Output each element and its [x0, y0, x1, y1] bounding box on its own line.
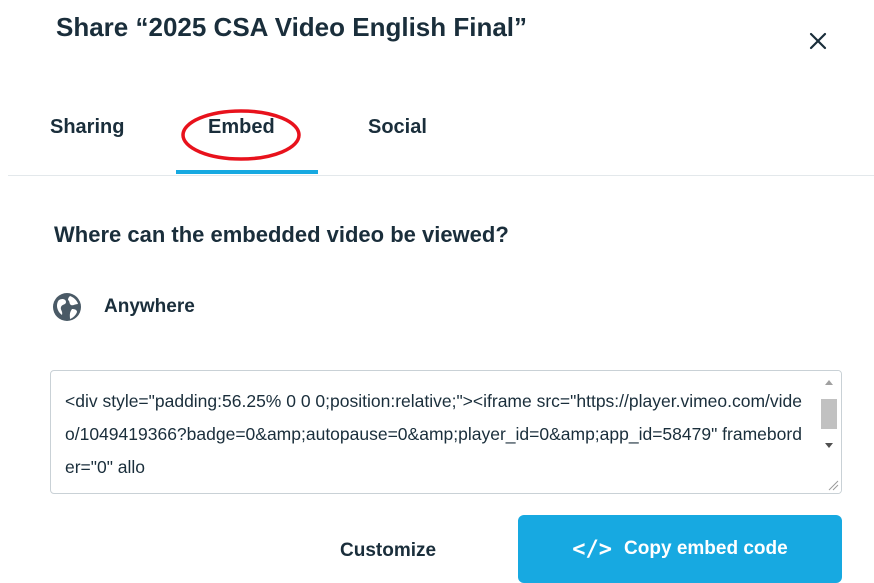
dialog-title: Share “2025 CSA Video English Final”: [56, 12, 528, 42]
active-tab-indicator: [176, 170, 318, 174]
privacy-label: Anywhere: [104, 296, 195, 317]
tab-embed[interactable]: Embed: [208, 116, 275, 139]
textarea-scrollbar[interactable]: [817, 371, 841, 493]
scroll-thumb[interactable]: [821, 399, 837, 429]
close-button[interactable]: [800, 22, 836, 58]
close-icon: [809, 32, 827, 50]
scroll-down-arrow-icon[interactable]: [823, 439, 835, 451]
copy-embed-code-button[interactable]: </> Copy embed code: [518, 515, 842, 583]
privacy-option[interactable]: Anywhere: [52, 290, 195, 324]
tab-sharing[interactable]: Sharing: [50, 116, 124, 139]
code-icon: </>: [572, 536, 613, 562]
embed-code-textarea[interactable]: <div style="padding:56.25% 0 0 0;positio…: [50, 370, 842, 494]
copy-embed-code-label: Copy embed code: [624, 538, 788, 559]
tab-bar: Sharing Embed Social: [0, 100, 874, 178]
globe-icon: [53, 293, 81, 321]
tab-social[interactable]: Social: [368, 116, 427, 139]
embed-visibility-question: Where can the embedded video be viewed?: [54, 222, 509, 247]
scroll-up-arrow-icon[interactable]: [823, 377, 835, 389]
embed-code-text[interactable]: <div style="padding:56.25% 0 0 0;positio…: [65, 385, 805, 484]
customize-button[interactable]: Customize: [332, 528, 444, 574]
share-dialog: Share “2025 CSA Video English Final” Sha…: [0, 0, 874, 583]
tabs-divider: [8, 175, 874, 176]
resize-grip-icon[interactable]: [825, 477, 839, 491]
